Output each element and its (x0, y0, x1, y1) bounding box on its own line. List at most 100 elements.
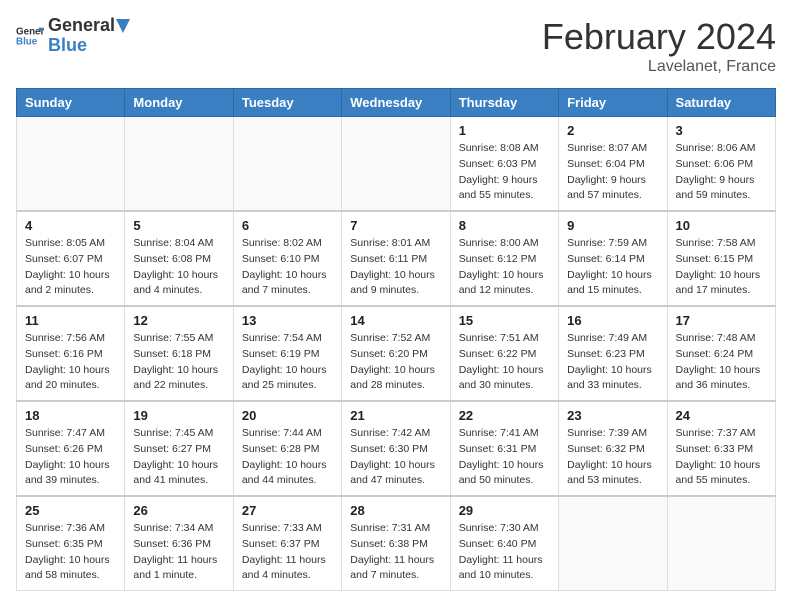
weekday-header-thursday: Thursday (450, 89, 558, 117)
calendar-cell: 13Sunrise: 7:54 AM Sunset: 6:19 PM Dayli… (233, 306, 341, 401)
day-number: 14 (350, 313, 441, 328)
day-number: 25 (25, 503, 116, 518)
day-number: 24 (676, 408, 767, 423)
day-number: 2 (567, 123, 658, 138)
title-area: February 2024 Lavelanet, France (542, 16, 776, 76)
calendar-cell: 7 Sunrise: 8:01 AM Sunset: 6:11 PM Daylig… (342, 211, 450, 306)
day-number: 23 (567, 408, 658, 423)
weekday-header-monday: Monday (125, 89, 233, 117)
day-info: Sunrise: 7:59 AM Sunset: 6:14 PM Dayligh… (567, 236, 658, 299)
day-number: 6 (242, 218, 333, 233)
day-number: 27 (242, 503, 333, 518)
day-info: Sunrise: 7:55 AM Sunset: 6:18 PM Dayligh… (133, 331, 224, 394)
day-number: 26 (133, 503, 224, 518)
day-info: Sunrise: 7:51 AM Sunset: 6:22 PM Dayligh… (459, 331, 550, 394)
day-info: Sunrise: 7:49 AM Sunset: 6:23 PM Dayligh… (567, 331, 658, 394)
calendar-week-2: 4Sunrise: 8:05 AM Sunset: 6:07 PM Daylig… (17, 211, 776, 306)
day-info: Sunrise: 7:30 AM Sunset: 6:40 PM Dayligh… (459, 521, 550, 584)
day-number: 22 (459, 408, 550, 423)
day-number: 28 (350, 503, 441, 518)
calendar-cell (125, 117, 233, 212)
calendar-cell: 9 Sunrise: 7:59 AM Sunset: 6:14 PM Daylig… (559, 211, 667, 306)
calendar-cell: 26 Sunrise: 7:34 AM Sunset: 6:36 PM Dayli… (125, 496, 233, 591)
logo: General Blue General Blue (16, 16, 131, 56)
day-info: Sunrise: 7:47 AM Sunset: 6:26 PM Dayligh… (25, 426, 116, 489)
calendar-cell: 15 Sunrise: 7:51 AM Sunset: 6:22 PM Dayli… (450, 306, 558, 401)
day-info: Sunrise: 7:33 AM Sunset: 6:37 PM Dayligh… (242, 521, 333, 584)
day-info: Sunrise: 8:06 AM Sunset: 6:06 PM Dayligh… (676, 141, 767, 204)
day-info: Sunrise: 8:00 AM Sunset: 6:12 PM Dayligh… (459, 236, 550, 299)
day-number: 12 (133, 313, 224, 328)
day-number: 17 (676, 313, 767, 328)
day-info: Sunrise: 7:36 AM Sunset: 6:35 PM Dayligh… (25, 521, 116, 584)
day-info: Sunrise: 7:44 AM Sunset: 6:28 PM Dayligh… (242, 426, 333, 489)
calendar-cell: 2 Sunrise: 8:07 AM Sunset: 6:04 PM Daylig… (559, 117, 667, 212)
calendar-cell: 1Sunrise: 8:08 AM Sunset: 6:03 PM Daylig… (450, 117, 558, 212)
day-info: Sunrise: 7:37 AM Sunset: 6:33 PM Dayligh… (676, 426, 767, 489)
calendar-week-5: 25 Sunrise: 7:36 AM Sunset: 6:35 PM Dayli… (17, 496, 776, 591)
calendar-cell: 16Sunrise: 7:49 AM Sunset: 6:23 PM Dayli… (559, 306, 667, 401)
day-number: 3 (676, 123, 767, 138)
day-number: 13 (242, 313, 333, 328)
location: Lavelanet, France (542, 58, 776, 76)
day-info: Sunrise: 7:52 AM Sunset: 6:20 PM Dayligh… (350, 331, 441, 394)
calendar-cell: 23 Sunrise: 7:39 AM Sunset: 6:32 PM Dayli… (559, 401, 667, 496)
calendar-week-4: 18Sunrise: 7:47 AM Sunset: 6:26 PM Dayli… (17, 401, 776, 496)
weekday-header-wednesday: Wednesday (342, 89, 450, 117)
calendar-week-1: 1Sunrise: 8:08 AM Sunset: 6:03 PM Daylig… (17, 117, 776, 212)
day-info: Sunrise: 8:08 AM Sunset: 6:03 PM Dayligh… (459, 141, 550, 204)
calendar-cell: 17 Sunrise: 7:48 AM Sunset: 6:24 PM Dayli… (667, 306, 775, 401)
day-info: Sunrise: 8:07 AM Sunset: 6:04 PM Dayligh… (567, 141, 658, 204)
calendar-cell (667, 496, 775, 591)
day-info: Sunrise: 8:04 AM Sunset: 6:08 PM Dayligh… (133, 236, 224, 299)
calendar-cell: 28 Sunrise: 7:31 AM Sunset: 6:38 PM Dayli… (342, 496, 450, 591)
day-number: 20 (242, 408, 333, 423)
page-header: General Blue General Blue February 2024 … (16, 16, 776, 76)
calendar-cell (233, 117, 341, 212)
calendar-cell: 24 Sunrise: 7:37 AM Sunset: 6:33 PM Dayli… (667, 401, 775, 496)
day-number: 7 (350, 218, 441, 233)
day-number: 5 (133, 218, 224, 233)
day-info: Sunrise: 7:31 AM Sunset: 6:38 PM Dayligh… (350, 521, 441, 584)
day-info: Sunrise: 7:34 AM Sunset: 6:36 PM Dayligh… (133, 521, 224, 584)
calendar-cell: 11Sunrise: 7:56 AM Sunset: 6:16 PM Dayli… (17, 306, 125, 401)
calendar-cell: 27 Sunrise: 7:33 AM Sunset: 6:37 PM Dayli… (233, 496, 341, 591)
calendar-cell: 6 Sunrise: 8:02 AM Sunset: 6:10 PM Daylig… (233, 211, 341, 306)
weekday-header-friday: Friday (559, 89, 667, 117)
calendar-cell: 4Sunrise: 8:05 AM Sunset: 6:07 PM Daylig… (17, 211, 125, 306)
day-info: Sunrise: 8:02 AM Sunset: 6:10 PM Dayligh… (242, 236, 333, 299)
day-info: Sunrise: 7:39 AM Sunset: 6:32 PM Dayligh… (567, 426, 658, 489)
day-info: Sunrise: 7:42 AM Sunset: 6:30 PM Dayligh… (350, 426, 441, 489)
day-number: 21 (350, 408, 441, 423)
calendar-cell: 12 Sunrise: 7:55 AM Sunset: 6:18 PM Dayli… (125, 306, 233, 401)
calendar-cell (342, 117, 450, 212)
day-info: Sunrise: 8:01 AM Sunset: 6:11 PM Dayligh… (350, 236, 441, 299)
day-number: 10 (676, 218, 767, 233)
logo-subtext: Blue (48, 36, 131, 56)
calendar-cell: 18Sunrise: 7:47 AM Sunset: 6:26 PM Dayli… (17, 401, 125, 496)
calendar-cell: 22 Sunrise: 7:41 AM Sunset: 6:31 PM Dayli… (450, 401, 558, 496)
calendar-cell: 19 Sunrise: 7:45 AM Sunset: 6:27 PM Dayli… (125, 401, 233, 496)
day-info: Sunrise: 8:05 AM Sunset: 6:07 PM Dayligh… (25, 236, 116, 299)
logo-icon: General Blue (16, 22, 44, 50)
day-info: Sunrise: 7:45 AM Sunset: 6:27 PM Dayligh… (133, 426, 224, 489)
calendar-cell: 5 Sunrise: 8:04 AM Sunset: 6:08 PM Daylig… (125, 211, 233, 306)
day-number: 8 (459, 218, 550, 233)
logo-text: General (48, 16, 131, 36)
day-number: 19 (133, 408, 224, 423)
calendar-cell: 21 Sunrise: 7:42 AM Sunset: 6:30 PM Dayli… (342, 401, 450, 496)
day-info: Sunrise: 7:48 AM Sunset: 6:24 PM Dayligh… (676, 331, 767, 394)
day-number: 15 (459, 313, 550, 328)
calendar-cell: 3 Sunrise: 8:06 AM Sunset: 6:06 PM Daylig… (667, 117, 775, 212)
calendar-cell: 14 Sunrise: 7:52 AM Sunset: 6:20 PM Dayli… (342, 306, 450, 401)
day-number: 29 (459, 503, 550, 518)
calendar-cell: 25 Sunrise: 7:36 AM Sunset: 6:35 PM Dayli… (17, 496, 125, 591)
day-number: 9 (567, 218, 658, 233)
day-info: Sunrise: 7:56 AM Sunset: 6:16 PM Dayligh… (25, 331, 116, 394)
svg-text:Blue: Blue (16, 36, 38, 47)
calendar-table: SundayMondayTuesdayWednesdayThursdayFrid… (16, 88, 776, 591)
calendar-cell (559, 496, 667, 591)
day-info: Sunrise: 7:41 AM Sunset: 6:31 PM Dayligh… (459, 426, 550, 489)
calendar-cell (17, 117, 125, 212)
calendar-cell: 20 Sunrise: 7:44 AM Sunset: 6:28 PM Dayli… (233, 401, 341, 496)
